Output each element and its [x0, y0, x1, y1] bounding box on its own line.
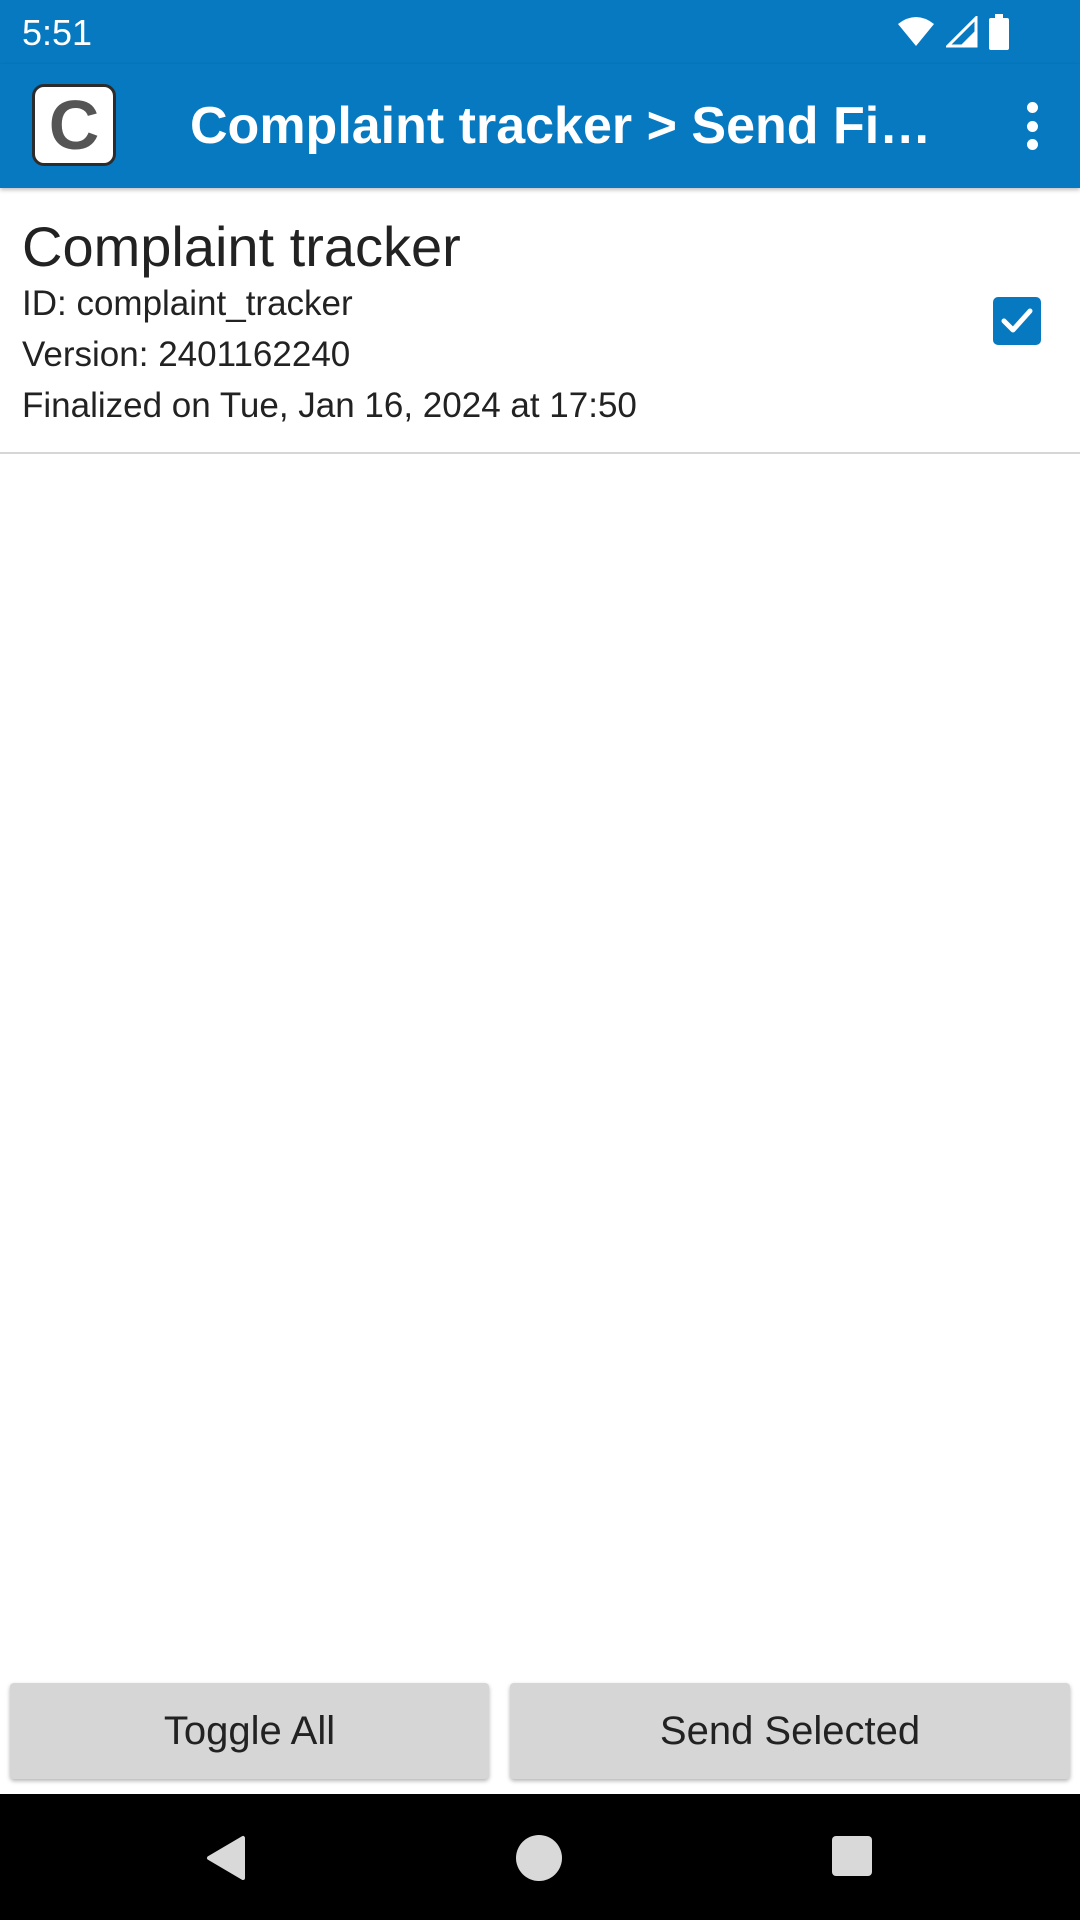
- signal-icon: [946, 16, 978, 48]
- navigation-bar: [0, 1794, 1080, 1920]
- form-title: Complaint tracker: [22, 215, 461, 278]
- status-icons: [896, 12, 1010, 52]
- form-id: ID: complaint_tracker: [22, 284, 353, 323]
- list-item[interactable]: Complaint tracker ID: complaint_tracker …: [0, 190, 1080, 454]
- app-logo-letter: C: [48, 86, 100, 164]
- wifi-icon: [896, 16, 936, 48]
- select-checkbox[interactable]: [993, 297, 1041, 345]
- status-time: 5:51: [22, 12, 93, 53]
- toggle-all-button[interactable]: Toggle All: [10, 1683, 489, 1779]
- app-bar: C Complaint tracker > Send Finalized For…: [0, 64, 1080, 188]
- page-title: Complaint tracker > Send Finalized Forms: [190, 97, 940, 155]
- form-version: Version: 2401162240: [22, 335, 351, 374]
- app-logo: C: [32, 84, 116, 166]
- status-bar: 5:51: [0, 0, 1080, 64]
- more-vert-icon[interactable]: [1014, 96, 1050, 156]
- battery-icon: [988, 14, 1010, 50]
- form-finalized-date: Finalized on Tue, Jan 16, 2024 at 17:50: [22, 386, 637, 425]
- back-icon[interactable]: [203, 1834, 247, 1887]
- check-icon: [1001, 308, 1033, 333]
- recents-icon[interactable]: [830, 1834, 874, 1883]
- send-selected-button[interactable]: Send Selected: [510, 1683, 1070, 1779]
- home-icon[interactable]: [515, 1834, 563, 1887]
